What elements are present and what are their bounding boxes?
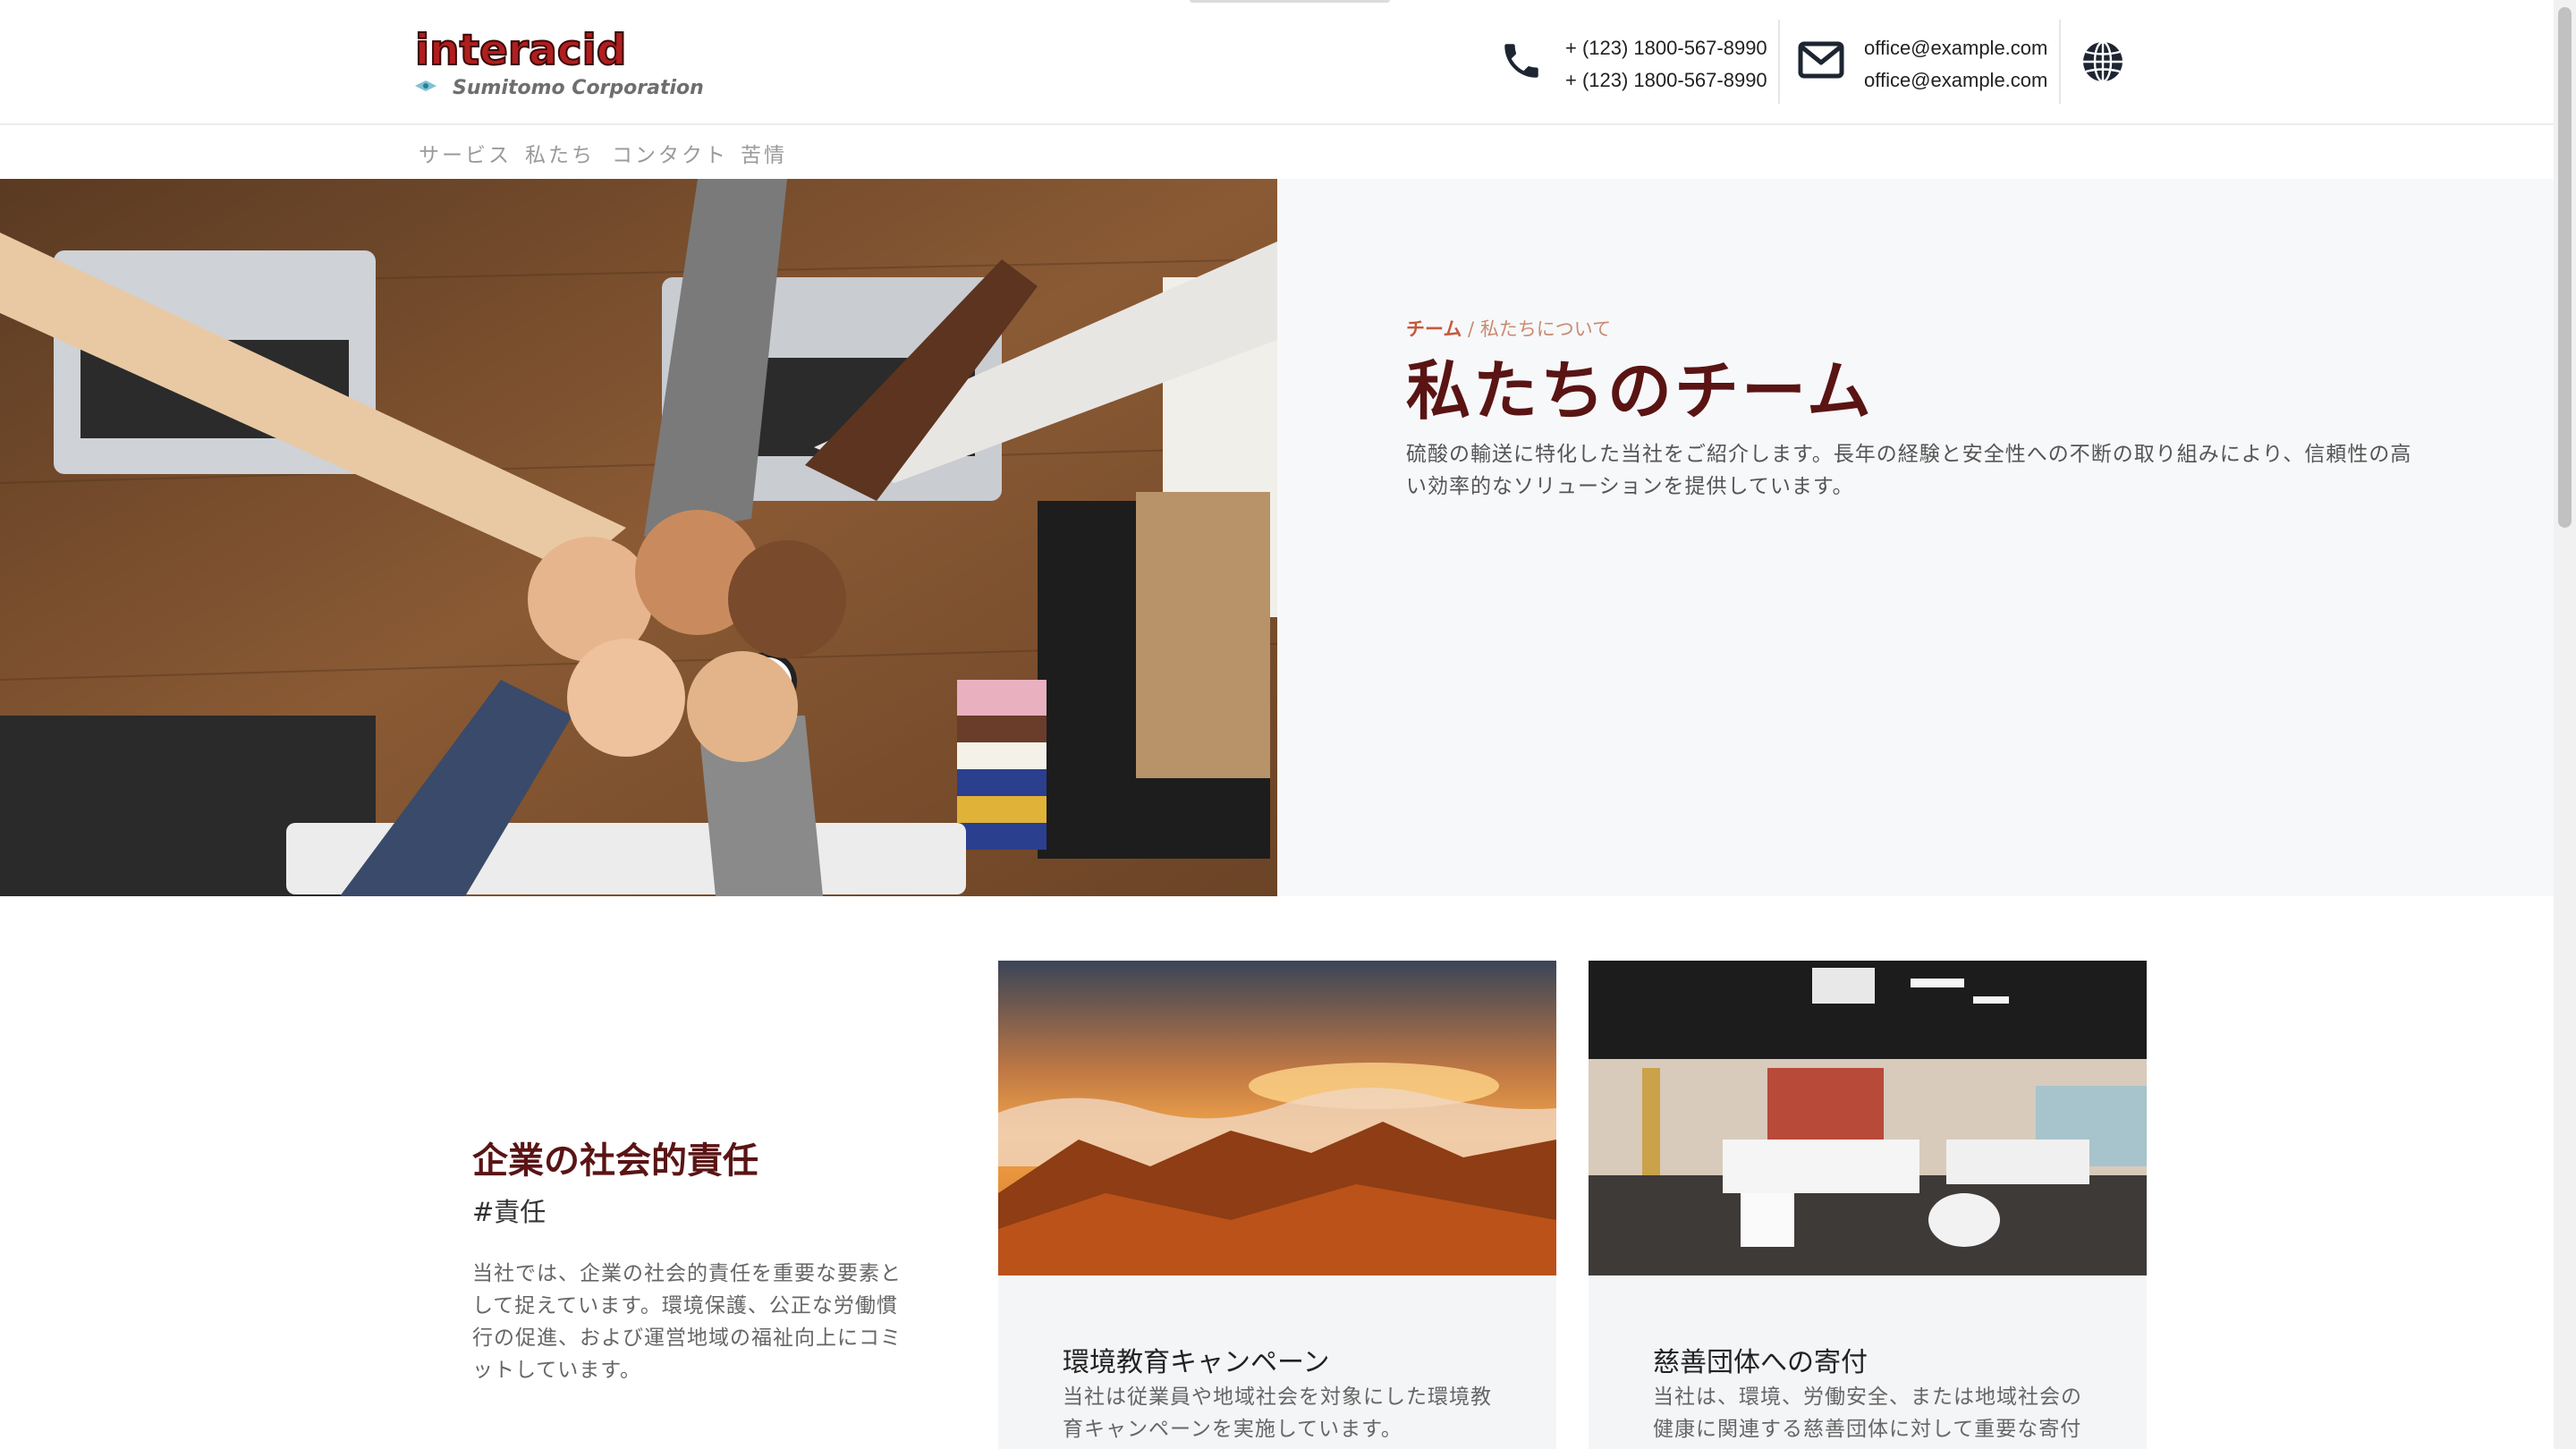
scrollbar-thumb[interactable] <box>2558 7 2572 528</box>
csr-hashtag: #責任 <box>472 1197 547 1227</box>
page-title: 私たちのチーム <box>1406 352 1874 428</box>
divider <box>1778 20 1780 104</box>
card-text: 当社は、環境、労働安全、または地域社会の健康に関連する慈善団体に対して重要な寄付 <box>1653 1385 2082 1441</box>
sunset-mountain-image <box>998 961 1556 1275</box>
card-title[interactable]: 慈善団体への寄付 <box>1653 1340 1868 1379</box>
nav-item-services[interactable]: サービス <box>419 138 512 168</box>
email-address-2[interactable]: office@example.com <box>1864 64 2047 97</box>
svg-text:Sumitomo Corporation: Sumitomo Corporation <box>453 77 704 99</box>
logo[interactable]: interacid Sumitomo Corporation <box>413 25 708 100</box>
envelope-icon <box>1798 41 1844 79</box>
phone-icon <box>1499 38 1544 84</box>
divider <box>2059 20 2061 104</box>
card-text: 当社は従業員や地域社会を対象にした環境教育キャンペーンを実施しています。 <box>1063 1385 1492 1441</box>
email-address-1[interactable]: office@example.com <box>1864 32 2047 64</box>
main-nav <box>0 125 2554 181</box>
nav-item-about[interactable]: 私たち <box>525 138 595 168</box>
breadcrumb-parent[interactable]: / 私たちについて <box>1462 318 1611 340</box>
phone-number-1[interactable]: + (123) 1800-567-8990 <box>1565 32 1767 64</box>
hero-description: 硫酸の輸送に特化した当社をご紹介します。長年の経験と安全性への不断の取り組みによ… <box>1406 443 2412 498</box>
breadcrumb-current[interactable]: チーム <box>1406 318 1462 340</box>
site-header <box>0 0 2554 125</box>
card-charity-donation[interactable]: 慈善団体への寄付 当社は、環境、労働安全、または地域社会の健康に関連する慈善団体… <box>1589 961 2147 1449</box>
nav-item-complaints[interactable]: 苦情 <box>741 138 787 168</box>
globe-icon[interactable] <box>2080 39 2125 84</box>
office-interior-image <box>1589 961 2147 1275</box>
card-environment-education[interactable]: 環境教育キャンペーン 当社は従業員や地域社会を対象にした環境教育キャンペーンを実… <box>998 961 1556 1449</box>
csr-description: 当社では、企業の社会的責任を重要な要素として捉えています。環境保護、公正な労働慣… <box>472 1262 902 1382</box>
hero-panel <box>1277 179 2554 896</box>
card-title[interactable]: 環境教育キャンペーン <box>1063 1340 1330 1379</box>
phone-number-2[interactable]: + (123) 1800-567-8990 <box>1565 64 1767 97</box>
top-tab-indicator <box>1190 0 1390 3</box>
csr-title: 企業の社会的責任 <box>472 1140 758 1182</box>
nav-item-contact[interactable]: コンタクト <box>612 138 728 168</box>
svg-text:interacid: interacid <box>415 29 626 75</box>
hero-team-image <box>0 179 1277 896</box>
